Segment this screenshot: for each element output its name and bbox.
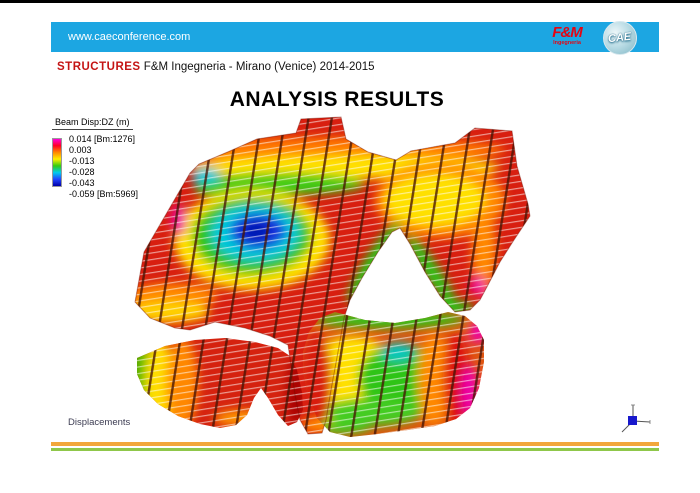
presentation-slide: www.caeconference.com F&M Ingegneria CAE… (0, 0, 700, 493)
legend-entry: -0.013 (69, 156, 138, 167)
fem-wing-lower-right (298, 305, 493, 445)
footer-stripe-orange (51, 442, 659, 446)
viewer-caption: Displacements (68, 417, 130, 428)
legend-labels: 0.014 [Bm:1276] 0.003 -0.013 -0.028 -0.0… (69, 134, 138, 199)
axis-triad-icon (622, 405, 650, 432)
result-legend: Beam Disp:DZ (m) 0.014 [Bm:1276] 0.003 -… (52, 112, 138, 199)
legend-entry: -0.059 [Bm:5969] (69, 189, 138, 200)
legend-entry: 0.014 [Bm:1276] (69, 134, 138, 145)
legend-entry: -0.028 (69, 167, 138, 178)
legend-entry: -0.043 (69, 178, 138, 189)
legend-colorbar (52, 138, 62, 187)
footer-stripe-green (51, 448, 659, 452)
fem-wing-lower-left (130, 330, 310, 435)
legend-entry: 0.003 (69, 145, 138, 156)
legend-title: Beam Disp:DZ (m) (52, 117, 133, 130)
